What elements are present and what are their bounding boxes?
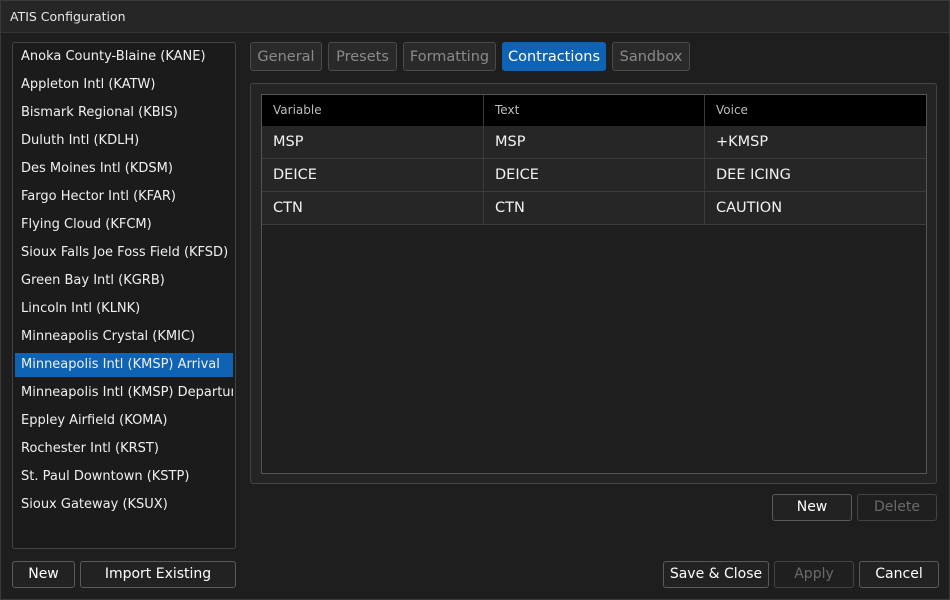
apply-button[interactable]: Apply	[774, 561, 854, 588]
window-title: ATIS Configuration	[10, 9, 126, 24]
title-bar: ATIS Configuration	[1, 1, 949, 33]
table-header: Variable Text Voice	[262, 95, 926, 126]
tab-sandbox[interactable]: Sandbox	[612, 42, 690, 71]
facility-item-koma[interactable]: Eppley Airfield (KOMA)	[15, 409, 233, 433]
atis-configuration-window: ATIS Configuration Anoka County-Blaine (…	[0, 0, 950, 600]
cell-text[interactable]: DEICE	[484, 159, 705, 191]
facility-item-kdsm[interactable]: Des Moines Intl (KDSM)	[15, 157, 233, 181]
cell-variable[interactable]: DEICE	[262, 159, 484, 191]
new-facility-button[interactable]: New	[12, 561, 75, 588]
cell-voice[interactable]: DEE ICING	[705, 159, 926, 191]
table-row[interactable]: DEICE DEICE DEE ICING	[262, 159, 926, 192]
facility-item-kmsp-departure[interactable]: Minneapolis Intl (KMSP) Departure	[15, 381, 233, 405]
facility-list[interactable]: Anoka County-Blaine (KANE) Appleton Intl…	[12, 42, 236, 549]
table-row[interactable]: MSP MSP +KMSP	[262, 126, 926, 159]
facility-item-katw[interactable]: Appleton Intl (KATW)	[15, 73, 233, 97]
facility-item-kbis[interactable]: Bismark Regional (KBIS)	[15, 101, 233, 125]
facility-item-kdlh[interactable]: Duluth Intl (KDLH)	[15, 129, 233, 153]
delete-contraction-button[interactable]: Delete	[857, 494, 937, 521]
column-header-voice[interactable]: Voice	[705, 95, 926, 126]
tab-general[interactable]: General	[250, 42, 322, 71]
cell-text[interactable]: CTN	[484, 192, 705, 224]
cancel-button[interactable]: Cancel	[859, 561, 939, 588]
column-header-text[interactable]: Text	[484, 95, 705, 126]
facility-item-kstp[interactable]: St. Paul Downtown (KSTP)	[15, 465, 233, 489]
import-existing-button[interactable]: Import Existing	[80, 561, 236, 588]
cell-variable[interactable]: CTN	[262, 192, 484, 224]
column-header-variable[interactable]: Variable	[262, 95, 484, 126]
facility-item-krst[interactable]: Rochester Intl (KRST)	[15, 437, 233, 461]
facility-item-klnk[interactable]: Lincoln Intl (KLNK)	[15, 297, 233, 321]
facility-item-kane[interactable]: Anoka County-Blaine (KANE)	[15, 45, 233, 69]
save-close-button[interactable]: Save & Close	[663, 561, 769, 588]
contractions-panel: Variable Text Voice MSP MSP +KMSP DEICE …	[250, 83, 937, 484]
facility-item-kfsd[interactable]: Sioux Falls Joe Foss Field (KFSD)	[15, 241, 233, 265]
new-contraction-button[interactable]: New	[772, 494, 852, 521]
facility-item-kfcm[interactable]: Flying Cloud (KFCM)	[15, 213, 233, 237]
tab-contractions[interactable]: Contractions	[502, 42, 606, 71]
facility-item-kgrb[interactable]: Green Bay Intl (KGRB)	[15, 269, 233, 293]
facility-item-kmsp-arrival[interactable]: Minneapolis Intl (KMSP) Arrival	[15, 353, 233, 377]
cell-text[interactable]: MSP	[484, 126, 705, 158]
tab-presets[interactable]: Presets	[328, 42, 397, 71]
table-row[interactable]: CTN CTN CAUTION	[262, 192, 926, 225]
facility-item-kfar[interactable]: Fargo Hector Intl (KFAR)	[15, 185, 233, 209]
contractions-table[interactable]: Variable Text Voice MSP MSP +KMSP DEICE …	[261, 94, 927, 474]
tab-formatting[interactable]: Formatting	[403, 42, 496, 71]
facility-item-ksux[interactable]: Sioux Gateway (KSUX)	[15, 493, 233, 517]
cell-variable[interactable]: MSP	[262, 126, 484, 158]
facility-item-kmic[interactable]: Minneapolis Crystal (KMIC)	[15, 325, 233, 349]
cell-voice[interactable]: CAUTION	[705, 192, 926, 224]
cell-voice[interactable]: +KMSP	[705, 126, 926, 158]
